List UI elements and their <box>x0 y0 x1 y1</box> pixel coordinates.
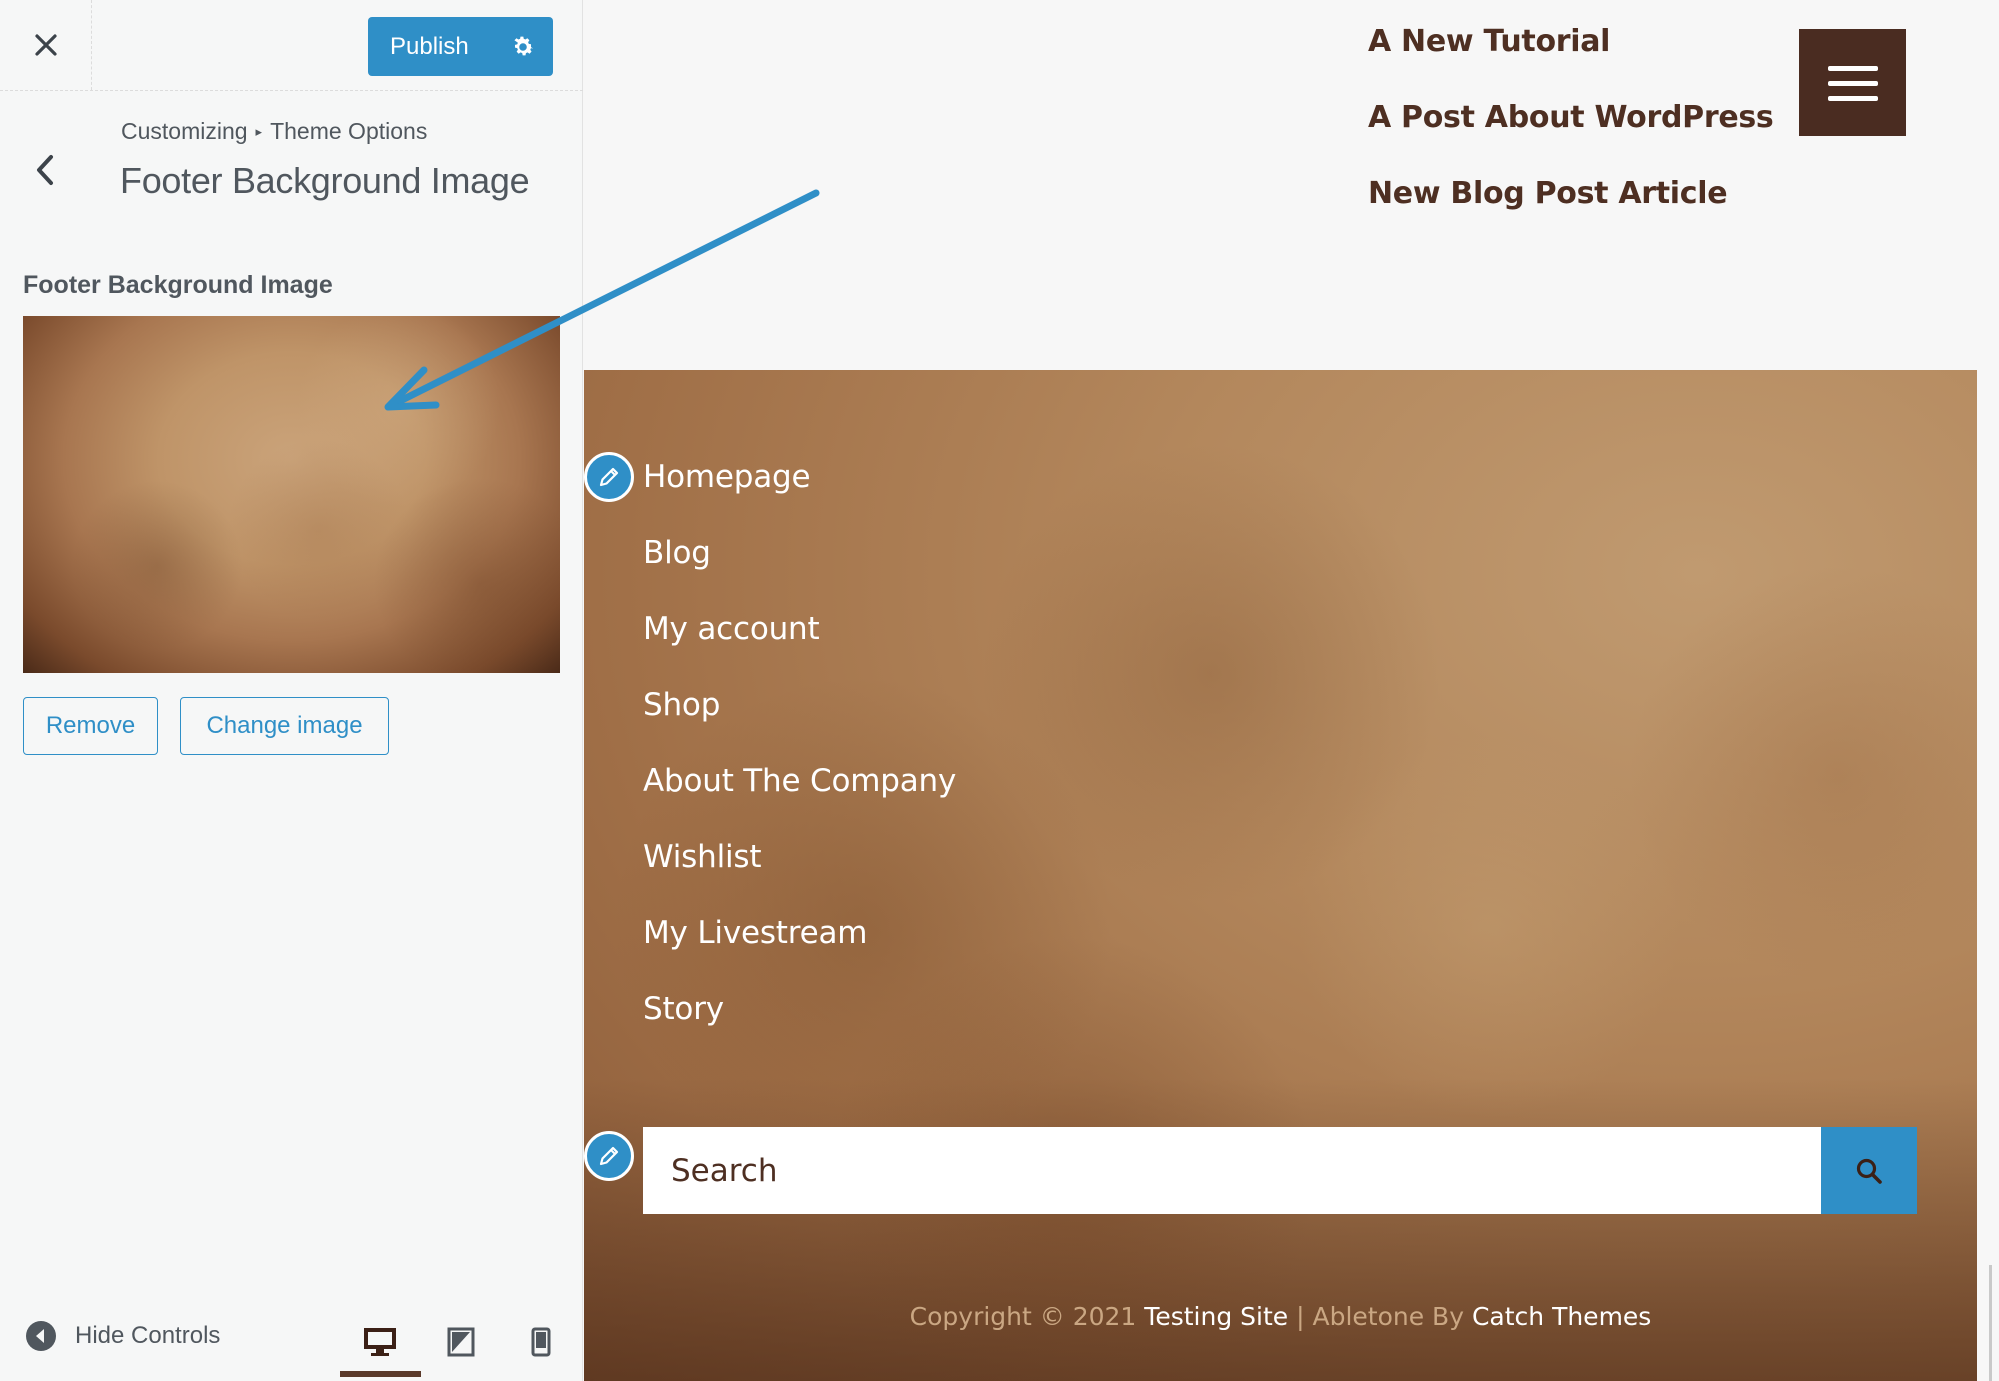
hamburger-icon <box>1827 65 1878 101</box>
breadcrumb-separator: ▸ <box>255 124 263 139</box>
chevron-left-icon <box>37 155 53 185</box>
section-title: Footer Background Image <box>120 160 530 201</box>
recent-post-link[interactable]: A Post About WordPress <box>1368 100 1774 135</box>
footer-menu-item[interactable]: Story <box>643 991 956 1067</box>
theme-author-link[interactable]: Catch Themes <box>1472 1302 1651 1331</box>
section-header: Customizing ▸ Theme Options Footer Backgro… <box>0 90 583 225</box>
footer-menu: Homepage Blog My account Shop About The … <box>643 459 956 1067</box>
search-form <box>643 1127 1917 1214</box>
footer-image-thumbnail[interactable] <box>23 316 560 673</box>
gear-icon <box>513 36 533 55</box>
breadcrumb: Customizing ▸ Theme Options <box>121 118 427 145</box>
publish-button[interactable]: Publish <box>368 17 553 76</box>
copyright-prefix: Copyright © 2021 <box>909 1302 1137 1331</box>
hide-controls-label: Hide Controls <box>75 1322 221 1349</box>
preview-scrollbar[interactable] <box>1989 1265 1992 1381</box>
remove-image-button[interactable]: Remove <box>23 697 158 755</box>
search-icon <box>1856 1158 1882 1184</box>
back-button[interactable] <box>22 140 68 200</box>
close-customizer-button[interactable] <box>0 0 92 90</box>
copyright-line: Copyright © 2021 Testing Site | Abletone… <box>584 1302 1977 1331</box>
site-preview: A New Tutorial A Post About WordPress Ne… <box>584 0 1999 1381</box>
customizer-sidebar: Publish Customizing ▸ Theme Options Footer… <box>0 0 583 1381</box>
edit-footer-menu-button[interactable] <box>584 452 634 502</box>
footer-menu-item[interactable]: Blog <box>643 535 956 611</box>
publish-settings-button[interactable] <box>492 17 553 76</box>
tablet-icon <box>447 1327 475 1357</box>
footer-menu-item[interactable]: About The Company <box>643 763 956 839</box>
search-input[interactable] <box>643 1127 1821 1214</box>
footer-menu-item[interactable]: Wishlist <box>643 839 956 915</box>
change-image-button[interactable]: Change image <box>180 697 389 755</box>
pencil-icon <box>599 1146 619 1166</box>
recent-post-link[interactable]: New Blog Post Article <box>1368 176 1728 211</box>
preview-tablet-button[interactable] <box>436 1317 486 1367</box>
pencil-icon <box>599 467 619 487</box>
customizer-header: Publish <box>0 0 583 91</box>
preview-mobile-button[interactable] <box>516 1317 566 1367</box>
publish-label: Publish <box>390 32 469 60</box>
desktop-icon <box>364 1328 396 1356</box>
hide-controls-button[interactable]: Hide Controls <box>25 1320 220 1352</box>
mobile-icon <box>531 1327 551 1357</box>
active-device-indicator <box>340 1371 421 1377</box>
copyright-separator: | <box>1296 1302 1305 1331</box>
menu-toggle-button[interactable] <box>1799 29 1906 136</box>
footer-menu-item[interactable]: Shop <box>643 687 956 763</box>
footer-menu-item[interactable]: My account <box>643 611 956 687</box>
footer-menu-item[interactable]: Homepage <box>643 459 956 535</box>
control-label: Footer Background Image <box>23 271 333 299</box>
preview-desktop-button[interactable] <box>355 1317 405 1367</box>
footer-menu-item[interactable]: My Livestream <box>643 915 956 991</box>
customizer-footer: Hide Controls <box>0 1305 583 1381</box>
close-icon <box>34 34 57 56</box>
recent-post-link[interactable]: A New Tutorial <box>1368 24 1610 59</box>
edit-search-widget-button[interactable] <box>584 1131 634 1181</box>
site-name-link[interactable]: Testing Site <box>1144 1302 1288 1331</box>
theme-credit-text: Abletone By <box>1312 1302 1464 1331</box>
arrow-left-circle-icon <box>26 1321 56 1351</box>
breadcrumb-root: Customizing <box>121 118 248 144</box>
search-submit-button[interactable] <box>1821 1127 1917 1214</box>
breadcrumb-section: Theme Options <box>270 118 428 144</box>
